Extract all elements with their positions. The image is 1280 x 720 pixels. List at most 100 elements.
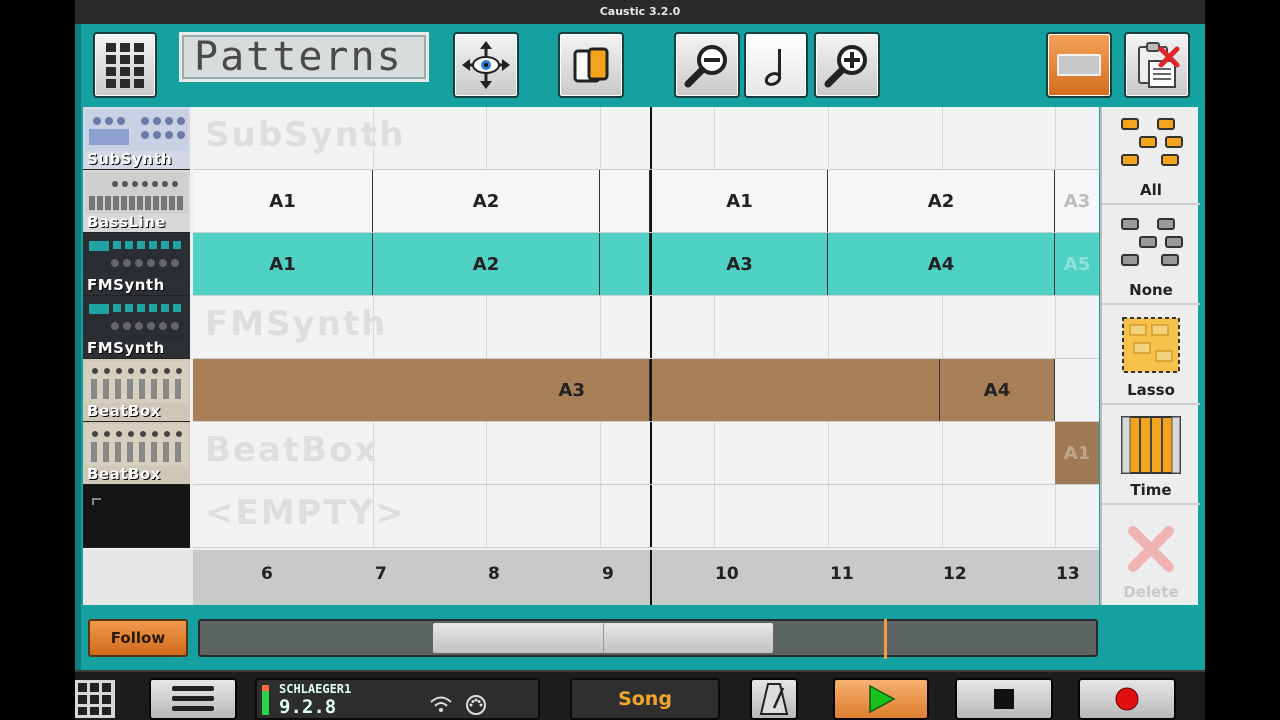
track-thumb-beatbox[interactable]: BeatBox — [83, 359, 190, 422]
app-left-edge — [75, 24, 81, 670]
pattern-block[interactable]: A4 — [940, 359, 1055, 421]
track-lane[interactable]: BeatBox A1 — [193, 422, 1099, 485]
track-lane[interactable]: A3 A4 — [193, 359, 1099, 422]
play-button[interactable] — [833, 678, 929, 720]
fmsynth-thumbnail-icon — [85, 235, 188, 277]
metronome-icon — [759, 683, 789, 715]
track-lane[interactable]: A1 A2 A3 A4 A5 — [193, 233, 1099, 296]
move-arrows-eye-icon — [462, 41, 510, 89]
ruler-tick: 11 — [830, 564, 854, 584]
track-thumb-fmsynth[interactable]: FMSynth — [83, 233, 190, 296]
track-thumb-fmsynth-2[interactable]: FMSynth — [83, 296, 190, 359]
bassline-thumbnail-icon — [85, 172, 188, 214]
track-thumb-beatbox-2[interactable]: BeatBox — [83, 422, 190, 485]
pattern-block[interactable]: A3 — [193, 359, 650, 421]
track-lane[interactable]: <EMPTY> — [193, 485, 1099, 548]
track-lane[interactable]: FMSynth — [193, 296, 1099, 359]
time-select-icon — [1121, 416, 1181, 474]
note-length-button[interactable] — [744, 32, 808, 98]
half-note-icon — [764, 49, 782, 86]
delete-button[interactable]: Delete — [1102, 507, 1200, 605]
track-ghost-label: SubSynth — [205, 115, 406, 155]
window-title: Caustic 3.2.0 — [599, 5, 681, 18]
track-label: FMSynth — [87, 276, 165, 294]
metronome-button[interactable] — [750, 678, 798, 720]
follow-button[interactable]: Follow — [88, 619, 188, 657]
copy-icon — [573, 47, 609, 83]
ruler-tick: 10 — [715, 564, 739, 584]
song-scrollbar[interactable] — [198, 619, 1098, 659]
track-row-bassline: BassLine A1 A2 A1 A2 A3 — [83, 170, 1099, 233]
ruler-tick: 9 — [602, 564, 614, 584]
follow-label: Follow — [110, 629, 166, 647]
pattern-block[interactable]: A3 — [652, 233, 828, 295]
pattern-block[interactable]: A4 — [828, 233, 1055, 295]
lasso-button[interactable]: Lasso — [1102, 307, 1200, 405]
transport-bar: SCHLAEGER1 9.2.8 Song — [75, 670, 1205, 720]
pattern-block[interactable]: A1 — [652, 170, 828, 232]
select-all-button[interactable]: All — [1102, 107, 1200, 205]
track-lane[interactable]: SubSynth — [193, 107, 1099, 170]
ruler-tick: 8 — [488, 564, 500, 584]
lasso-icon — [1122, 317, 1180, 373]
empty-slot-icon — [92, 498, 101, 505]
song-mode-label: Song — [618, 688, 672, 710]
app-main: Patterns SubSynth SubSynth BassLine A1 A… — [75, 24, 1205, 670]
stop-icon — [994, 689, 1014, 709]
level-meter — [262, 685, 269, 715]
pattern-block[interactable]: A3 — [1055, 170, 1099, 232]
pattern-block[interactable]: A2 — [373, 233, 600, 295]
orange-toggle-button[interactable] — [1046, 32, 1112, 98]
pattern-block[interactable]: A5 — [1055, 233, 1099, 295]
hamburger-menu-icon — [172, 686, 214, 711]
track-thumb-subsynth[interactable]: SubSynth — [83, 107, 190, 170]
pattern-block[interactable] — [600, 233, 650, 295]
track-thumb-empty[interactable] — [83, 485, 190, 548]
pattern-block[interactable]: A1 — [193, 170, 373, 232]
record-button[interactable] — [1078, 678, 1176, 720]
track-thumb-bassline[interactable]: BassLine — [83, 170, 190, 233]
lasso-label: Lasso — [1127, 381, 1175, 399]
pattern-block[interactable]: A2 — [828, 170, 1055, 232]
play-icon — [869, 684, 896, 714]
window-titlebar: Caustic 3.2.0 — [75, 0, 1205, 24]
scrollbar-thumb[interactable] — [433, 623, 773, 653]
clipboard-delete-icon — [1138, 42, 1180, 88]
track-label: FMSynth — [87, 339, 165, 357]
pattern-block[interactable]: A1 — [1055, 422, 1099, 484]
delete-label: Delete — [1123, 583, 1179, 601]
pattern-block[interactable]: A1 — [193, 233, 373, 295]
grid-icon — [106, 43, 144, 88]
time-select-button[interactable]: Time — [1102, 407, 1200, 505]
machines-grid-icon[interactable] — [75, 680, 115, 718]
stop-button[interactable] — [955, 678, 1053, 720]
subsynth-thumbnail-icon — [85, 109, 188, 151]
pattern-block[interactable] — [600, 170, 650, 232]
toggle-indicator — [1057, 54, 1101, 76]
playhead-marker — [884, 619, 887, 659]
grid-menu-button[interactable] — [93, 32, 157, 98]
wifi-icon — [430, 696, 452, 712]
zoom-in-button[interactable] — [814, 32, 880, 98]
select-none-button[interactable]: None — [1102, 207, 1200, 305]
track-row-empty: <EMPTY> — [83, 485, 1099, 548]
main-menu-button[interactable] — [149, 678, 237, 720]
clipboard-delete-button[interactable] — [1124, 32, 1190, 98]
track-ghost-label: FMSynth — [205, 304, 388, 344]
copy-button[interactable] — [558, 32, 624, 98]
move-button[interactable] — [453, 32, 519, 98]
track-row-beatbox-2: BeatBox BeatBox A1 — [83, 422, 1099, 485]
pattern-block[interactable] — [652, 359, 940, 421]
track-label: BeatBox — [87, 465, 161, 483]
pattern-block[interactable]: A2 — [373, 170, 600, 232]
beatbox-thumbnail-icon — [85, 424, 188, 466]
zoom-out-button[interactable] — [674, 32, 740, 98]
timeline-ruler[interactable]: 6 7 8 9 10 11 12 13 — [83, 550, 1099, 605]
track-lane[interactable]: A1 A2 A1 A2 A3 — [193, 170, 1099, 233]
view-mode-display[interactable]: Patterns — [179, 32, 429, 82]
pattern-grid[interactable]: SubSynth SubSynth BassLine A1 A2 A1 A2 A… — [83, 107, 1099, 605]
ruler-tick: 7 — [375, 564, 387, 584]
time-label: Time — [1130, 481, 1172, 499]
song-mode-button[interactable]: Song — [570, 678, 720, 720]
track-row-fmsynth: FMSynth A1 A2 A3 A4 A5 — [83, 233, 1099, 296]
